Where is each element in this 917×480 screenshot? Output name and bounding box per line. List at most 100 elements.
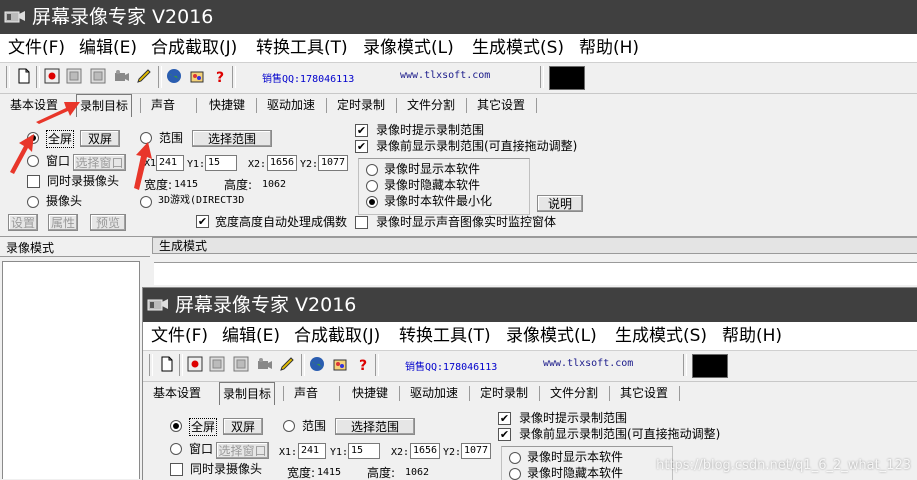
webcam-label[interactable]: 摄像头: [46, 193, 82, 209]
menu-compose[interactable]: 合成截取(J): [294, 325, 380, 347]
y2-input[interactable]: 1077: [318, 155, 348, 171]
y1-input[interactable]: 15: [205, 155, 237, 171]
menu-convert[interactable]: 转换工具(T): [399, 325, 491, 347]
hide-software-label[interactable]: 录像时隐藏本软件: [384, 177, 480, 193]
hide-software-radio[interactable]: [366, 180, 378, 192]
show-range-before-checkbox[interactable]: ✔: [355, 140, 368, 153]
menu-generate-mode[interactable]: 生成模式(S): [472, 37, 564, 59]
tab-hotkeys[interactable]: 快捷键: [352, 384, 388, 402]
prompt-range-checkbox[interactable]: ✔: [355, 124, 368, 137]
tab-other-settings[interactable]: 其它设置: [620, 384, 668, 402]
tab-file-split[interactable]: 文件分割: [407, 96, 455, 114]
x2-input[interactable]: 1656: [267, 155, 297, 171]
minimize-software-label[interactable]: 录像时本软件最小化: [384, 193, 492, 209]
prompt-range-checkbox[interactable]: ✔: [498, 412, 511, 425]
select-range-button[interactable]: 选择范围: [335, 418, 415, 435]
tab-driver-accel[interactable]: 驱动加速: [267, 96, 315, 114]
window-radio[interactable]: [170, 443, 182, 455]
menu-generate-mode[interactable]: 生成模式(S): [615, 325, 707, 347]
tab-sound[interactable]: 声音: [151, 96, 175, 114]
pause-icon[interactable]: [66, 68, 82, 84]
record-icon[interactable]: [44, 68, 60, 84]
generate-mode-list[interactable]: [154, 262, 917, 285]
tab-record-target[interactable]: 录制目标: [219, 382, 276, 405]
select-window-button[interactable]: 选择窗口: [216, 442, 269, 459]
show-monitor-label[interactable]: 录像时显示声音图像实时监控窗体: [376, 214, 556, 230]
stop-icon[interactable]: [233, 356, 249, 372]
pause-icon[interactable]: [209, 356, 225, 372]
range-radio[interactable]: [140, 132, 152, 144]
show-range-before-label[interactable]: 录像前显示录制范围(可直接拖动调整): [519, 426, 720, 442]
webcam-sync-checkbox[interactable]: [27, 175, 40, 188]
menu-edit[interactable]: 编辑(E): [222, 325, 280, 347]
auto-even-label[interactable]: 宽度高度自动处理成偶数: [215, 214, 347, 230]
x2-input[interactable]: 1656: [410, 443, 440, 459]
select-range-button[interactable]: 选择范围: [192, 130, 272, 147]
new-file-icon[interactable]: [159, 356, 175, 372]
range-label[interactable]: 范围: [159, 130, 183, 146]
record-mode-list[interactable]: [2, 261, 140, 479]
tab-sound[interactable]: 声音: [294, 384, 318, 402]
properties-button[interactable]: 属性: [48, 214, 78, 231]
show-software-label[interactable]: 录像时显示本软件: [527, 449, 623, 465]
fullscreen-radio[interactable]: [27, 132, 39, 144]
pen-icon[interactable]: [279, 356, 295, 372]
y2-input[interactable]: 1077: [461, 443, 491, 459]
x1-input[interactable]: 241: [298, 443, 326, 459]
record-icon[interactable]: [187, 356, 203, 372]
fullscreen-label[interactable]: 全屏: [46, 130, 75, 148]
menu-file[interactable]: 文件(F): [151, 325, 208, 347]
paint-icon[interactable]: [189, 68, 205, 84]
dual-screen-button[interactable]: 双屏: [80, 130, 120, 147]
window-radio[interactable]: [27, 155, 39, 167]
preview-button[interactable]: 预览: [90, 214, 126, 231]
menu-record-mode[interactable]: 录像模式(L): [506, 325, 597, 347]
tab-timer-record[interactable]: 定时录制: [337, 96, 385, 114]
show-range-before-checkbox[interactable]: ✔: [498, 428, 511, 441]
prompt-range-label[interactable]: 录像时提示录制范围: [519, 410, 627, 426]
auto-even-checkbox[interactable]: ✔: [196, 215, 209, 228]
pen-icon[interactable]: [136, 68, 152, 84]
tab-file-split[interactable]: 文件分割: [550, 384, 598, 402]
settings-button[interactable]: 设置: [8, 214, 38, 231]
show-software-radio[interactable]: [366, 164, 378, 176]
webcam-sync-checkbox[interactable]: [170, 463, 183, 476]
tab-timer-record[interactable]: 定时录制: [480, 384, 528, 402]
fullscreen-radio[interactable]: [170, 420, 182, 432]
menu-edit[interactable]: 编辑(E): [79, 37, 137, 59]
x1-input[interactable]: 241: [156, 155, 184, 171]
globe-icon[interactable]: [166, 68, 182, 84]
website-link[interactable]: www.tlxsoft.com: [400, 70, 490, 81]
new-file-icon[interactable]: [16, 68, 32, 84]
fullscreen-label[interactable]: 全屏: [189, 418, 218, 436]
3d-game-radio[interactable]: [140, 196, 152, 208]
tab-record-target[interactable]: 录制目标: [76, 94, 133, 117]
stop-icon[interactable]: [90, 68, 106, 84]
show-software-label[interactable]: 录像时显示本软件: [384, 161, 480, 177]
tab-basic-settings[interactable]: 基本设置: [10, 96, 58, 114]
menu-convert[interactable]: 转换工具(T): [256, 37, 348, 59]
select-window-button[interactable]: 选择窗口: [73, 154, 126, 171]
hide-software-radio[interactable]: [509, 468, 521, 480]
show-software-radio[interactable]: [509, 452, 521, 464]
dual-screen-button[interactable]: 双屏: [223, 418, 263, 435]
window-label[interactable]: 窗口: [46, 153, 70, 169]
range-radio[interactable]: [283, 420, 295, 432]
sales-qq-text[interactable]: 销售QQ:178046113: [262, 70, 354, 85]
explain-button[interactable]: 说明: [537, 195, 583, 212]
prompt-range-label[interactable]: 录像时提示录制范围: [376, 122, 484, 138]
webcam-sync-label[interactable]: 同时录摄像头: [190, 461, 262, 477]
show-monitor-checkbox[interactable]: [355, 216, 368, 229]
menu-record-mode[interactable]: 录像模式(L): [363, 37, 454, 59]
tab-basic-settings[interactable]: 基本设置: [153, 384, 201, 402]
y1-input[interactable]: 15: [348, 443, 380, 459]
menu-file[interactable]: 文件(F): [8, 37, 65, 59]
range-label[interactable]: 范围: [302, 418, 326, 434]
menu-compose[interactable]: 合成截取(J): [151, 37, 237, 59]
webcam-radio[interactable]: [27, 196, 39, 208]
tab-other-settings[interactable]: 其它设置: [477, 96, 525, 114]
menu-help[interactable]: 帮助(H): [579, 37, 639, 59]
website-link[interactable]: www.tlxsoft.com: [543, 358, 633, 369]
globe-icon[interactable]: [309, 356, 325, 372]
webcam-sync-label[interactable]: 同时录摄像头: [47, 173, 119, 189]
